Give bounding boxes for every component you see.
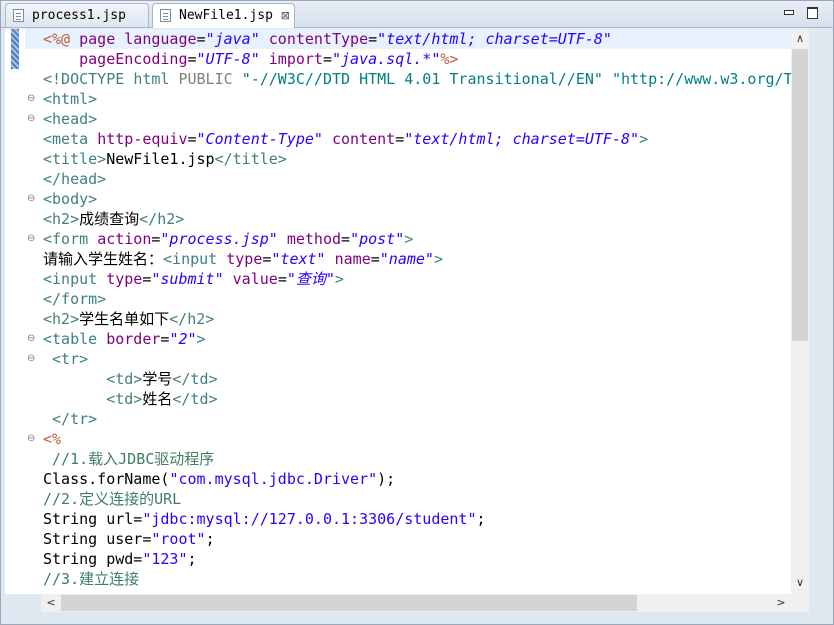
code-text: <!DOCTYPE html PUBLIC "-//W3C//DTD HTML … xyxy=(43,70,791,88)
horizontal-scroll-thumb[interactable] xyxy=(61,595,637,611)
code-line: <title>NewFile1.jsp</title> xyxy=(5,149,791,169)
code-line: </head> xyxy=(5,169,791,189)
code-text: //2.定义连接的URL xyxy=(43,490,182,508)
fold-toggle-icon[interactable]: ⊖ xyxy=(27,329,37,349)
code-text: String url="jdbc:mysql://127.0.0.1:3306/… xyxy=(43,510,486,528)
minimize-icon[interactable] xyxy=(781,6,795,18)
scroll-right-icon[interactable]: > xyxy=(773,595,789,611)
fold-toggle-icon[interactable]: ⊖ xyxy=(27,89,37,109)
vertical-scrollbar[interactable]: ∧ ∨ xyxy=(791,29,809,594)
code-line: ⊖ <tr> xyxy=(5,349,791,369)
code-text: pageEncoding="UTF-8" import="java.sql.*"… xyxy=(79,50,459,68)
code-line: String pwd="123"; xyxy=(5,549,791,569)
fold-toggle-icon[interactable]: ⊖ xyxy=(27,429,37,449)
jsp-file-icon xyxy=(160,9,171,22)
code-text: </form> xyxy=(43,290,107,308)
fold-toggle-icon[interactable]: ⊖ xyxy=(27,189,37,209)
code-line: 请输入学生姓名：<input type="text" name="name"> xyxy=(5,249,791,269)
code-text: <meta http-equiv="Content-Type" content=… xyxy=(43,130,649,148)
code-line: //3.建立连接 xyxy=(5,569,791,589)
code-line: ⊖ <body> xyxy=(5,189,791,209)
code-editor[interactable]: <%@ page language="java" contentType="te… xyxy=(5,29,791,594)
code-lines: <%@ page language="java" contentType="te… xyxy=(5,29,791,589)
tab-label: NewFile1.jsp xyxy=(179,8,273,23)
code-text: <h2>成绩查询</h2> xyxy=(43,210,185,228)
code-line: //1.载入JDBC驱动程序 xyxy=(5,449,791,469)
tab-label: process1.jsp xyxy=(32,8,126,23)
code-line: ⊖ <html> xyxy=(5,89,791,109)
code-line: <h2>学生名单如下</h2> xyxy=(5,309,791,329)
code-text: <% xyxy=(43,430,62,448)
code-text: Class.forName("com.mysql.jdbc.Driver"); xyxy=(43,470,396,488)
code-line: <input type="submit" value="查询"> xyxy=(5,269,791,289)
code-line: <h2>成绩查询</h2> xyxy=(5,209,791,229)
code-text: //3.建立连接 xyxy=(43,570,140,588)
scroll-down-icon[interactable]: ∨ xyxy=(792,575,808,591)
tab-newfile1-jsp[interactable]: NewFile1.jsp ⊠ xyxy=(152,3,295,28)
code-line: ⊖ <head> xyxy=(5,109,791,129)
code-text: <tr> xyxy=(52,350,89,368)
code-line: //2.定义连接的URL xyxy=(5,489,791,509)
code-text: <head> xyxy=(43,110,98,128)
code-line: </tr> xyxy=(5,409,791,429)
code-line: pageEncoding="UTF-8" import="java.sql.*"… xyxy=(5,49,791,69)
code-text: <%@ page language="java" contentType="te… xyxy=(43,30,612,48)
editor-window: process1.jsp NewFile1.jsp ⊠ <%@ page lan… xyxy=(0,0,834,625)
code-text: </head> xyxy=(43,170,107,188)
close-tab-icon[interactable]: ⊠ xyxy=(281,4,290,27)
maximize-icon[interactable] xyxy=(805,6,819,19)
tab-bar: process1.jsp NewFile1.jsp ⊠ xyxy=(1,1,833,28)
code-line: <!DOCTYPE html PUBLIC "-//W3C//DTD HTML … xyxy=(5,69,791,89)
code-text: <body> xyxy=(43,190,98,208)
code-line: <meta http-equiv="Content-Type" content=… xyxy=(5,129,791,149)
tab-process1-jsp[interactable]: process1.jsp xyxy=(5,3,149,27)
code-line: <td>学号</td> xyxy=(5,369,791,389)
code-line: ⊖ <% xyxy=(5,429,791,449)
code-line: <td>姓名</td> xyxy=(5,389,791,409)
code-line: String user="root"; xyxy=(5,529,791,549)
code-text: <form action="process.jsp" method="post"… xyxy=(43,230,414,248)
vertical-scroll-thumb[interactable] xyxy=(792,49,808,341)
code-text: <input type="submit" value="查询"> xyxy=(43,270,344,288)
code-text: 请输入学生姓名：<input type="text" name="name"> xyxy=(43,250,443,268)
code-line: ⊖ <table border="2"> xyxy=(5,329,791,349)
code-line: String url="jdbc:mysql://127.0.0.1:3306/… xyxy=(5,509,791,529)
code-text: <title>NewFile1.jsp</title> xyxy=(43,150,287,168)
code-line: ⊖ <form action="process.jsp" method="post… xyxy=(5,229,791,249)
horizontal-scrollbar[interactable]: < > xyxy=(41,594,791,612)
scroll-left-icon[interactable]: < xyxy=(43,595,59,611)
fold-toggle-icon[interactable]: ⊖ xyxy=(27,229,37,249)
code-text: <td>学号</td> xyxy=(106,370,218,388)
code-line: </form> xyxy=(5,289,791,309)
code-text: <td>姓名</td> xyxy=(106,390,218,408)
fold-toggle-icon[interactable]: ⊖ xyxy=(27,349,37,369)
code-text: <h2>学生名单如下</h2> xyxy=(43,310,215,328)
scroll-up-icon[interactable]: ∧ xyxy=(792,31,808,47)
code-line: <%@ page language="java" contentType="te… xyxy=(5,29,791,49)
code-text: //1.载入JDBC驱动程序 xyxy=(52,450,215,468)
code-text: <html> xyxy=(43,90,98,108)
code-text: </tr> xyxy=(52,410,98,428)
code-line: Class.forName("com.mysql.jdbc.Driver"); xyxy=(5,469,791,489)
scrollbar-corner xyxy=(791,594,809,612)
fold-toggle-icon[interactable]: ⊖ xyxy=(27,109,37,129)
code-text: <table border="2"> xyxy=(43,330,206,348)
code-text: String user="root"; xyxy=(43,530,215,548)
code-text: String pwd="123"; xyxy=(43,550,197,568)
jsp-file-icon xyxy=(13,9,24,22)
